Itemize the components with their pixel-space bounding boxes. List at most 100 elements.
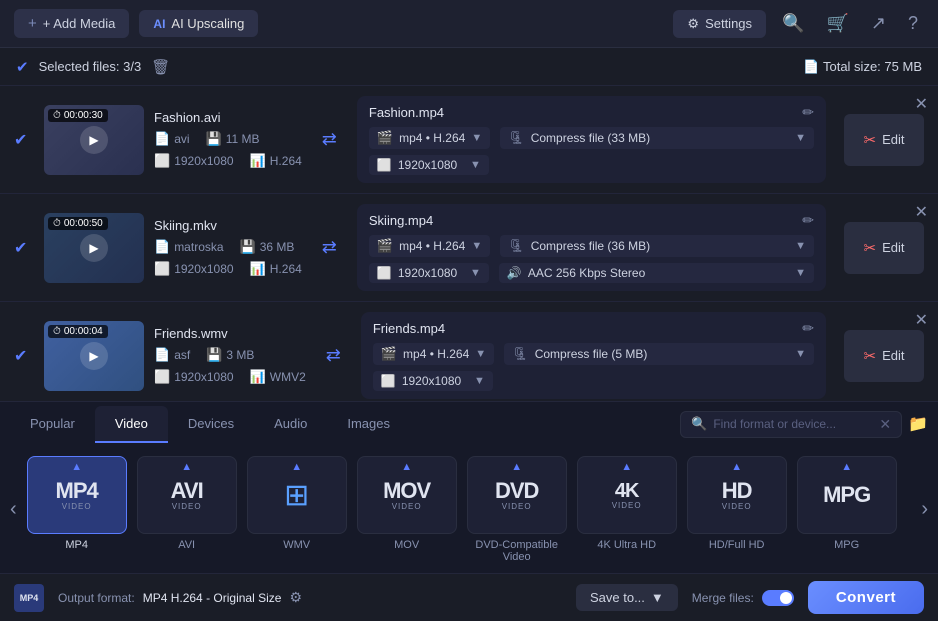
res-icon-3: ⬜	[381, 374, 396, 388]
audio-dropdown-2[interactable]: ▼	[795, 267, 806, 279]
up-arrow-wmv: ▲	[291, 461, 302, 473]
convert-arrow-3: ⇄	[326, 345, 341, 366]
ai-upscaling-button[interactable]: AI AI Upscaling	[139, 10, 258, 37]
format-label-mpg: MPG	[834, 539, 859, 551]
compress-dropdown-2[interactable]: ▼	[795, 240, 806, 252]
edit-filename-icon-1[interactable]: ✏	[802, 104, 814, 121]
up-arrow-avi: ▲	[181, 461, 192, 473]
cart-button[interactable]: 🛒	[820, 9, 854, 38]
folder-button[interactable]: 📁	[908, 414, 928, 434]
output-res-tag-1[interactable]: ⬜ 1920x1080 ▼	[369, 155, 489, 175]
format-label-4k: 4K Ultra HD	[597, 539, 656, 551]
merge-toggle-switch[interactable]	[762, 590, 794, 606]
format-search: 🔍 ✕	[680, 411, 902, 438]
file-item: ✔ ⏱00:00:50 ▶ Skiing.mkv 📄matroska 💾36 M…	[0, 194, 938, 302]
clear-search-icon[interactable]: ✕	[879, 416, 891, 433]
compress-tag-1[interactable]: 🗜 Compress file (33 MB) ▼	[500, 127, 814, 149]
output-row-1b: ⬜ 1920x1080 ▼	[369, 155, 814, 175]
edit-filename-icon-3[interactable]: ✏	[802, 320, 814, 337]
close-file-1[interactable]: ✕	[915, 94, 928, 114]
format-item-dvd[interactable]: ▲ DVD VIDEO DVD-Compatible Video	[467, 456, 567, 563]
format-tabs: Popular Video Devices Audio Images 🔍 ✕ 📁	[0, 402, 938, 446]
format-item-mpg[interactable]: ▲ MPG MPG	[797, 456, 897, 563]
format-icon-3: 🎬	[381, 346, 397, 362]
play-button-3[interactable]: ▶	[80, 342, 108, 370]
close-file-3[interactable]: ✕	[915, 310, 928, 330]
output-format-tag-3[interactable]: 🎬 mp4 • H.264 ▼	[373, 343, 494, 365]
close-file-2[interactable]: ✕	[915, 202, 928, 222]
tab-images[interactable]: Images	[327, 406, 410, 443]
search-icon: 🔍	[691, 416, 707, 432]
file-codec-2: 📊H.264	[250, 261, 302, 277]
file-checkbox-3[interactable]: ✔	[14, 346, 34, 366]
compress-dropdown-3[interactable]: ▼	[795, 348, 806, 360]
format-item-wmv[interactable]: ▲ ⊞ WMV	[247, 456, 347, 563]
file-checkbox-2[interactable]: ✔	[14, 238, 34, 258]
compress-icon-2: 🗜	[508, 238, 525, 254]
tab-video[interactable]: Video	[95, 406, 168, 443]
file-meta-row-2a: 📄matroska 💾36 MB	[154, 239, 302, 255]
format-item-hd[interactable]: ▲ HD VIDEO HD/Full HD	[687, 456, 787, 563]
format-icon-box-mpg: ▲ MPG	[797, 456, 897, 534]
format-dropdown-2[interactable]: ▼	[471, 240, 482, 252]
output-settings-icon[interactable]: ⚙	[289, 589, 302, 606]
file-res-3: ⬜1920x1080	[154, 369, 234, 385]
scissors-icon-1: ✂	[864, 131, 877, 149]
audio-tag-2[interactable]: 🔊 AAC 256 Kbps Stereo ▼	[499, 263, 814, 283]
save-to-button[interactable]: Save to... ▼	[576, 584, 678, 611]
file-size-1: 💾11 MB	[206, 131, 260, 147]
nav-next-button[interactable]: ›	[911, 498, 938, 521]
res-dropdown-3[interactable]: ▼	[474, 375, 485, 387]
edit-button-3[interactable]: ✂ Edit	[844, 330, 924, 382]
edit-filename-icon-2[interactable]: ✏	[802, 212, 814, 229]
format-search-input[interactable]	[713, 417, 873, 431]
format-item-mp4[interactable]: ▲ MP4 VIDEO MP4	[27, 456, 127, 563]
format-dropdown-1[interactable]: ▼	[471, 132, 482, 144]
tab-popular[interactable]: Popular	[10, 406, 95, 443]
file-meta-row-1a: 📄avi 💾11 MB	[154, 131, 302, 147]
file-meta-1: Fashion.avi 📄avi 💾11 MB ⬜1920x1080 📊H.26…	[154, 110, 302, 169]
file-meta-row-2b: ⬜1920x1080 📊H.264	[154, 261, 302, 277]
compress-tag-2[interactable]: 🗜 Compress file (36 MB) ▼	[500, 235, 814, 257]
toolbar-right: ⚙ Settings 🔍 🛒 ↗ ?	[673, 9, 924, 38]
search-button[interactable]: 🔍	[776, 9, 810, 38]
compress-dropdown-1[interactable]: ▼	[795, 132, 806, 144]
delete-selected-icon[interactable]: 🗑	[151, 58, 170, 76]
play-button-1[interactable]: ▶	[80, 126, 108, 154]
plus-icon: +	[28, 15, 37, 32]
res-dropdown-1[interactable]: ▼	[470, 159, 481, 171]
convert-button[interactable]: Convert	[808, 581, 924, 614]
help-button[interactable]: ?	[902, 9, 924, 38]
output-res-tag-3[interactable]: ⬜ 1920x1080 ▼	[373, 371, 493, 391]
output-row-2a: 🎬 mp4 • H.264 ▼ 🗜 Compress file (36 MB) …	[369, 235, 814, 257]
search-icon: 🔍	[782, 13, 804, 33]
res-dropdown-2[interactable]: ▼	[470, 267, 481, 279]
compress-tag-3[interactable]: 🗜 Compress file (5 MB) ▼	[504, 343, 814, 365]
format-item-mov[interactable]: ▲ MOV VIDEO MOV	[357, 456, 457, 563]
format-item-avi[interactable]: ▲ AVI VIDEO AVI	[137, 456, 237, 563]
edit-button-2[interactable]: ✂ Edit	[844, 222, 924, 274]
file-format-2: 📄matroska	[154, 239, 224, 255]
settings-button[interactable]: ⚙ Settings	[673, 10, 766, 38]
format-icon-box-mp4: ▲ MP4 VIDEO	[27, 456, 127, 534]
edit-button-1[interactable]: ✂ Edit	[844, 114, 924, 166]
format-icon-box-4k: ▲ 4K VIDEO	[577, 456, 677, 534]
format-item-4k[interactable]: ▲ 4K VIDEO 4K Ultra HD	[577, 456, 677, 563]
tab-devices[interactable]: Devices	[168, 406, 254, 443]
output-format-tag-2[interactable]: 🎬 mp4 • H.264 ▼	[369, 235, 490, 257]
nav-prev-button[interactable]: ‹	[0, 498, 27, 521]
add-media-button[interactable]: + + Add Media	[14, 9, 129, 38]
cart-icon: 🛒	[826, 13, 848, 33]
output-res-tag-2[interactable]: ⬜ 1920x1080 ▼	[369, 263, 489, 283]
file-checkbox-1[interactable]: ✔	[14, 130, 34, 150]
format-dropdown-3[interactable]: ▼	[475, 348, 486, 360]
file-duration-1: ⏱00:00:30	[48, 109, 108, 122]
share-button[interactable]: ↗	[865, 9, 892, 38]
audio-icon-2: 🔊	[507, 266, 522, 280]
file-meta-row-1b: ⬜1920x1080 📊H.264	[154, 153, 302, 169]
output-format-tag-1[interactable]: 🎬 mp4 • H.264 ▼	[369, 127, 490, 149]
tab-audio[interactable]: Audio	[254, 406, 327, 443]
play-button-2[interactable]: ▶	[80, 234, 108, 262]
format-label-hd: HD/Full HD	[709, 539, 765, 551]
file-thumbnail-3: ⏱00:00:04 ▶	[44, 321, 144, 391]
